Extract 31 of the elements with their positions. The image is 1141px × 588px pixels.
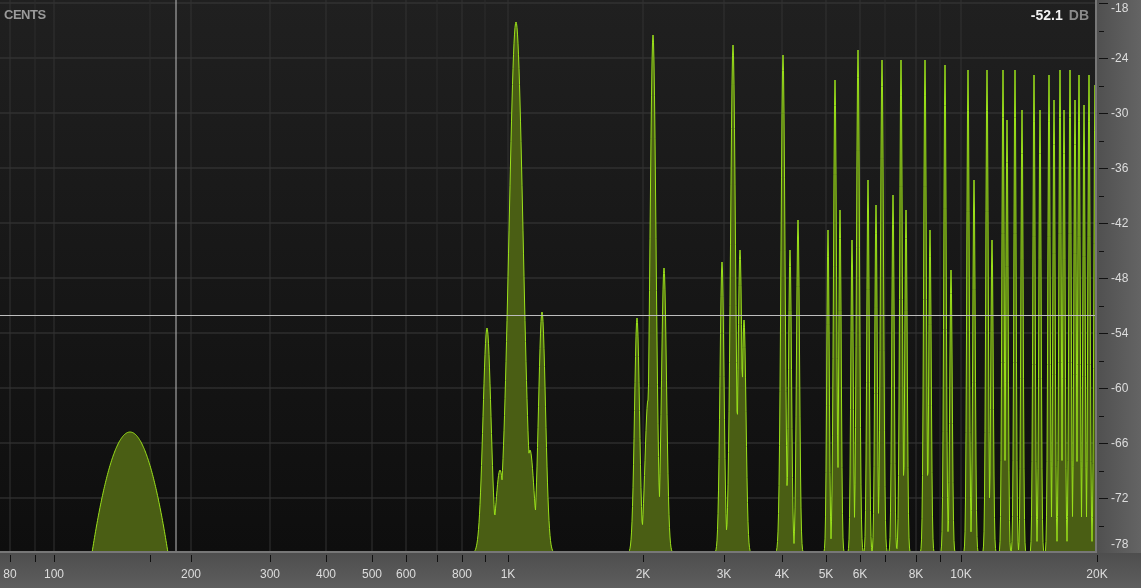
axis-label: -42: [1111, 215, 1129, 231]
axis-label: 5K: [818, 566, 834, 582]
axis-label: 20K: [1086, 566, 1108, 582]
axis-label: 2K: [635, 566, 651, 582]
axis-label: 6K: [852, 566, 868, 582]
axis-label: 300: [260, 566, 280, 582]
axis-label: 800: [452, 566, 472, 582]
axis-label: 80: [3, 566, 17, 582]
readout-value: -52.1: [1030, 7, 1063, 23]
axis-label: -66: [1111, 435, 1129, 451]
axis-label: 600: [396, 566, 416, 582]
axis-label: -24: [1111, 50, 1129, 66]
cents-label: CENTS: [4, 7, 46, 22]
axis-label: -54: [1111, 325, 1129, 341]
axis-label: 1K: [500, 566, 516, 582]
axis-label: -18: [1111, 0, 1129, 16]
axis-label: -72: [1111, 490, 1129, 506]
axis-label: 8K: [908, 566, 924, 582]
axis-label: -36: [1111, 160, 1129, 176]
readout-unit: DB: [1068, 7, 1089, 23]
axis-label: -60: [1111, 380, 1129, 396]
axis-label: 400: [316, 566, 336, 582]
axis-label: -30: [1111, 105, 1129, 121]
axis-label: 500: [362, 566, 382, 582]
axis-label: 10K: [950, 566, 972, 582]
axis-label: 3K: [716, 566, 732, 582]
axis-label: 4K: [774, 566, 790, 582]
axis-label: 200: [181, 566, 201, 582]
axis-label: 100: [44, 566, 64, 582]
axis-label: -48: [1111, 270, 1129, 286]
axis-label: -78: [1111, 536, 1129, 552]
